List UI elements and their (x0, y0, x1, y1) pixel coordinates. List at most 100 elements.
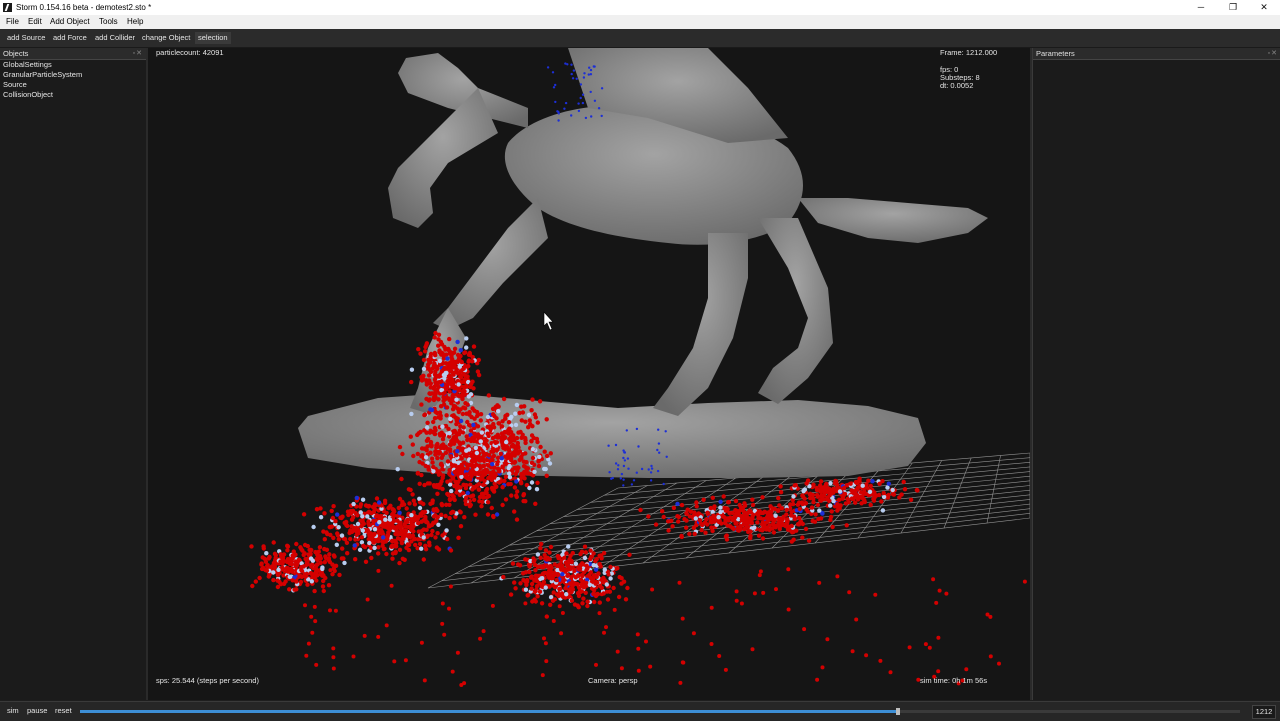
particle (521, 577, 526, 583)
particle (444, 413, 449, 418)
particle (439, 501, 444, 507)
particle (594, 574, 599, 579)
particle (518, 581, 523, 586)
menu-add-object[interactable]: Add Object (50, 17, 90, 26)
frame-number-field[interactable]: 1212 (1252, 705, 1276, 719)
particle (931, 577, 936, 582)
particle (584, 116, 588, 120)
particle (390, 512, 395, 517)
sim-button[interactable]: sim (7, 706, 19, 715)
particle (411, 529, 416, 534)
particle (410, 442, 415, 447)
particle (656, 469, 660, 473)
horse-base (298, 393, 926, 478)
particle (430, 456, 435, 461)
particle (411, 453, 416, 459)
particle (304, 653, 309, 658)
menu-file[interactable]: File (6, 17, 19, 26)
particle (558, 586, 563, 592)
particle (890, 487, 895, 493)
object-item-collisionobject[interactable]: CollisionObject (0, 90, 146, 100)
menu-help[interactable]: Help (127, 17, 143, 26)
particle (760, 495, 765, 500)
timeline-handle[interactable] (895, 708, 900, 715)
particle (454, 486, 460, 491)
particle (881, 490, 886, 496)
particle (553, 597, 557, 602)
particle (535, 420, 540, 425)
add-source-button[interactable]: add Source (4, 32, 48, 44)
particle (622, 478, 625, 481)
reset-button[interactable]: reset (55, 706, 72, 715)
particle (415, 451, 420, 457)
particle (535, 579, 539, 584)
timeline-progress (80, 710, 898, 713)
particle (570, 63, 573, 66)
particle (376, 568, 381, 573)
particle (798, 520, 803, 525)
particle (462, 377, 467, 382)
particle (479, 504, 484, 509)
particle (772, 506, 778, 512)
particle (272, 564, 278, 570)
panel-float-close-icon[interactable]: ▫✕ (133, 49, 143, 57)
particle (305, 582, 310, 587)
particle (330, 562, 335, 567)
menu-edit[interactable]: Edit (28, 17, 42, 26)
particle (635, 471, 638, 474)
particle (665, 455, 668, 458)
selection-button[interactable]: selection (195, 32, 231, 44)
particle (397, 560, 402, 566)
particle (320, 584, 326, 589)
particle (821, 497, 826, 502)
particle (732, 515, 738, 520)
particle (828, 517, 833, 523)
menu-tools[interactable]: Tools (99, 17, 118, 26)
restore-button[interactable]: ❐ (1217, 0, 1249, 15)
particle (744, 511, 749, 517)
particle (439, 352, 444, 357)
particle (441, 402, 447, 407)
particle (477, 499, 482, 504)
particle-count-readout: particlecount: 42091 (156, 48, 224, 57)
particle (499, 439, 505, 444)
particle (757, 573, 762, 578)
particle (332, 554, 337, 559)
particle (491, 471, 496, 476)
add-collider-button[interactable]: add Collider (92, 32, 138, 44)
particle (456, 479, 461, 485)
particle (529, 408, 534, 413)
particle (419, 402, 424, 407)
particle (421, 366, 427, 372)
change-object-button[interactable]: change Object (139, 32, 193, 44)
minimize-button[interactable]: ─ (1185, 0, 1217, 15)
particle (416, 537, 421, 542)
particle (536, 463, 542, 469)
particle (752, 591, 757, 596)
particle (340, 546, 345, 551)
timeline-slider[interactable] (80, 708, 1240, 715)
particle (423, 455, 429, 460)
parameters-panel-title: Parameters (1036, 49, 1075, 58)
particle (543, 466, 548, 472)
particle (469, 458, 475, 464)
object-item-source[interactable]: Source (0, 80, 146, 90)
particle (470, 379, 475, 384)
particle (680, 616, 685, 621)
particle (538, 555, 543, 560)
particle (490, 435, 496, 441)
particle (321, 588, 326, 594)
horse-front-leg-raised-2 (388, 88, 498, 228)
particle (419, 378, 425, 383)
object-item-globalsettings[interactable]: GlobalSettings (0, 60, 146, 70)
viewport-3d[interactable]: particlecount: 42091 Frame: 1212.000 fps… (148, 48, 1030, 700)
particle (675, 501, 680, 507)
particle (441, 366, 447, 372)
sim-time-readout: sim time: 0h 1m 56s (920, 676, 988, 685)
close-button[interactable]: ✕ (1248, 0, 1280, 15)
add-force-button[interactable]: add Force (50, 32, 90, 44)
particle (764, 520, 769, 525)
panel-float-close-icon[interactable]: ▫✕ (1268, 49, 1278, 57)
object-item-granularparticlesystem[interactable]: GranularParticleSystem (0, 70, 146, 80)
pause-button[interactable]: pause (27, 706, 47, 715)
